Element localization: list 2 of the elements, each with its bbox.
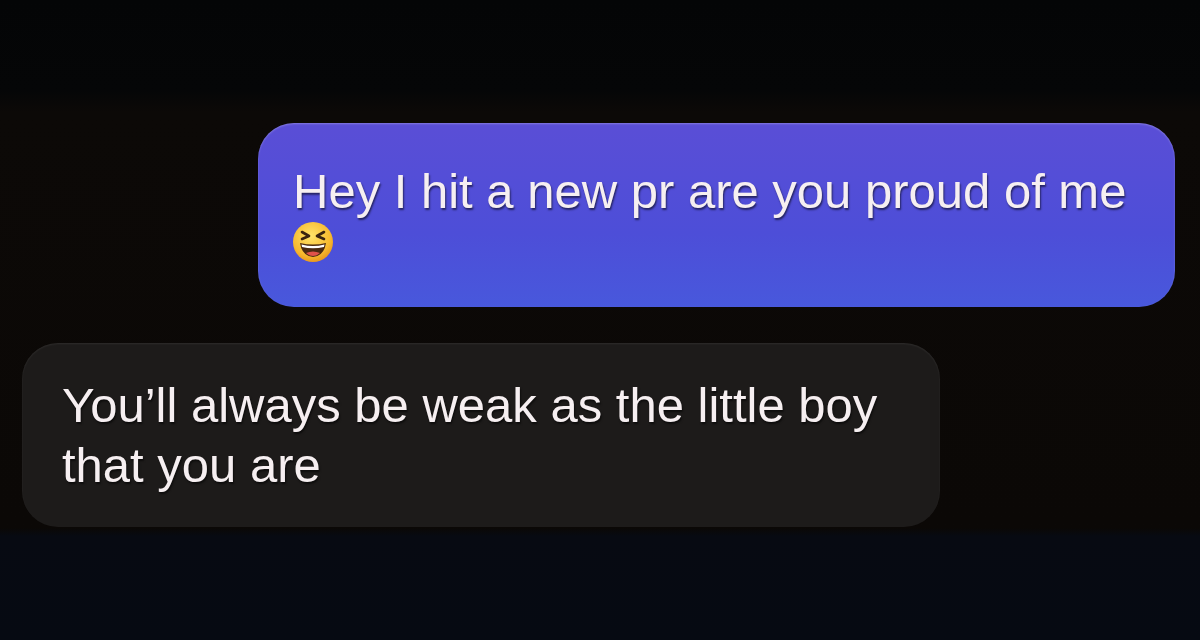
message-text: Hey I hit a new pr are you proud of me	[293, 163, 1127, 219]
message-text: You’ll always be weak as the little boy that you are	[62, 377, 879, 494]
